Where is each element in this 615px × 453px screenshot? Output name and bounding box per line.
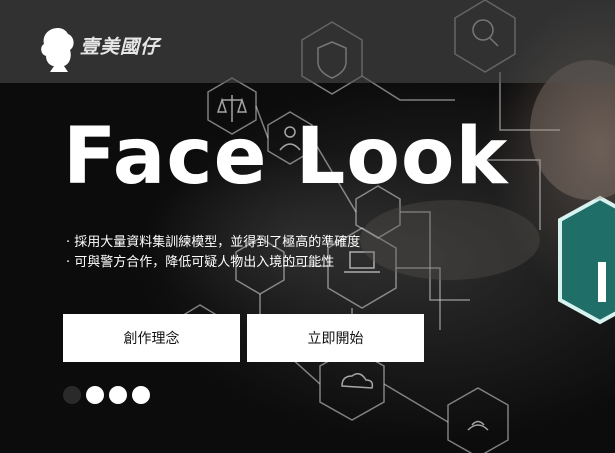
carousel-indicators <box>63 386 150 404</box>
wifi-hex-icon <box>447 387 509 453</box>
logo-text: 壹美國仔 <box>80 36 161 58</box>
hero-bullet-list: · 採用大量資料集訓練模型，並得到了極高的準確度 · 可與警方合作，降低可疑人物… <box>66 233 360 273</box>
carousel-dot-4[interactable] <box>132 386 150 404</box>
teal-hex-icon <box>558 195 615 325</box>
concept-button[interactable]: 創作理念 <box>63 314 240 362</box>
start-button[interactable]: 立即開始 <box>247 314 424 362</box>
bullet-item: · 採用大量資料集訓練模型，並得到了極高的準確度 <box>66 235 361 250</box>
girl-silhouette-logo-icon <box>41 27 74 72</box>
carousel-dot-1[interactable] <box>63 386 81 404</box>
hero-title: Face Look <box>63 112 509 202</box>
site-logo[interactable]: 壹美國仔 <box>38 22 163 77</box>
hero-section: 壹美國仔 Face Look · 採用大量資料集訓練模型，並得到了極高的準確度 … <box>0 0 615 453</box>
carousel-dot-3[interactable] <box>109 386 127 404</box>
carousel-dot-2[interactable] <box>86 386 104 404</box>
top-header-bar: 壹美國仔 <box>0 0 615 83</box>
bullet-item: · 可與警方合作，降低可疑人物出入境的可能性 <box>66 255 335 270</box>
